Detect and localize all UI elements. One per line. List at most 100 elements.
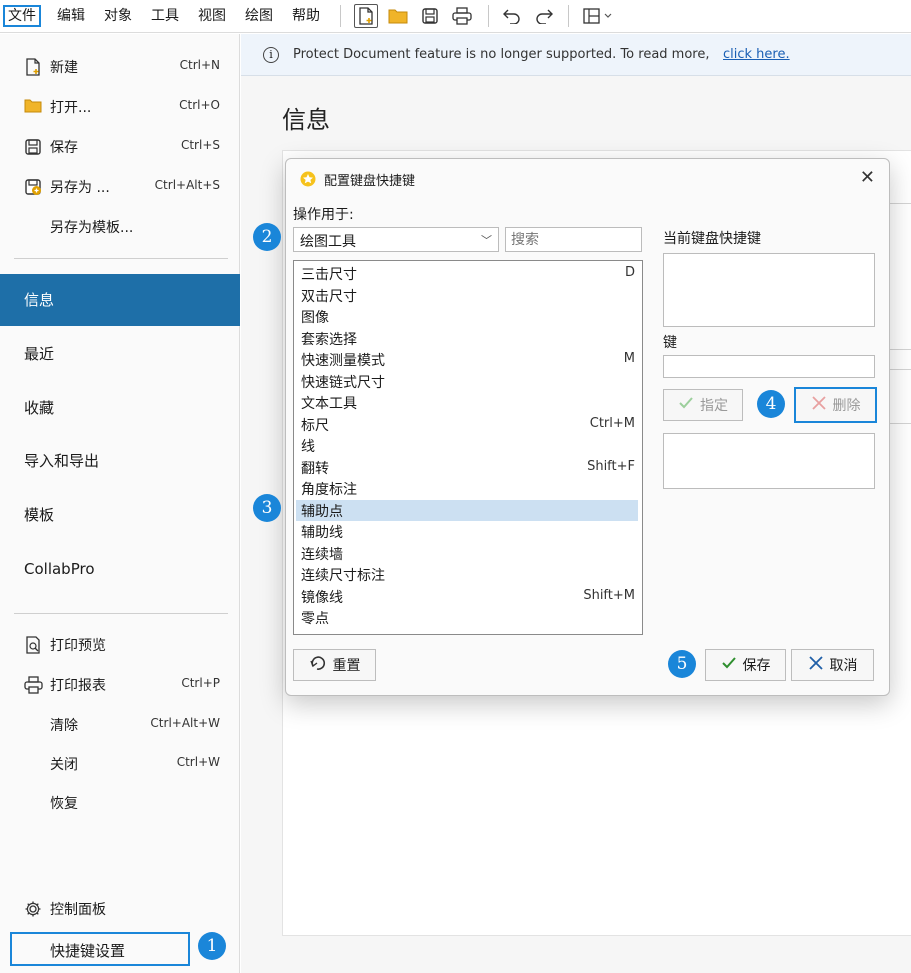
divider (889, 349, 911, 350)
check-icon (721, 656, 737, 674)
toolbar-separator (488, 5, 489, 27)
menu-file[interactable]: 文件 (3, 5, 41, 27)
list-item[interactable]: 套索选择 (296, 328, 638, 349)
toolbar-separator (568, 5, 569, 27)
command-list[interactable]: 三击尺寸 D 双击尺寸 图像 套索选择 快速测量模式 M 快速链式尺寸 文本工具 标… (293, 260, 643, 635)
open-folder-icon[interactable] (386, 4, 410, 28)
page-title: 信息 (282, 106, 330, 134)
list-item[interactable]: 快速测量模式 M (296, 349, 638, 370)
delete-button[interactable]: 删除 (794, 387, 877, 423)
command-restore[interactable]: 恢复 (0, 784, 240, 820)
list-item[interactable]: 图像 (296, 306, 638, 327)
command-label: 打印预览 (50, 638, 106, 654)
key-input[interactable] (663, 355, 875, 378)
list-item[interactable]: 线 (296, 435, 638, 456)
menu-view[interactable]: 视图 (194, 5, 230, 27)
dialog-title: 配置键盘快捷键 (324, 174, 416, 189)
command-open[interactable]: 打开... Ctrl+O (0, 88, 240, 124)
command-print-preview[interactable]: 打印预览 (0, 626, 240, 662)
command-close[interactable]: 关闭 Ctrl+W (0, 745, 240, 781)
save-button[interactable]: 保存 (705, 649, 786, 681)
command-label: 恢复 (50, 796, 78, 812)
notice-message: Protect Document feature is no longer su… (293, 47, 710, 62)
list-item[interactable]: 双击尺寸 (296, 285, 638, 306)
command-new[interactable]: 新建 Ctrl+N (0, 48, 240, 84)
step-badge-1: 1 (198, 932, 226, 960)
nav-collabpro[interactable]: CollabPro (0, 543, 240, 595)
command-shortcut: Ctrl+Alt+W (150, 716, 220, 730)
reset-icon (309, 655, 327, 675)
nav-templates[interactable]: 模板 (0, 489, 240, 541)
command-name: 快速链式尺寸 (301, 374, 385, 391)
menu-object[interactable]: 对象 (100, 5, 136, 27)
command-label: 打开... (50, 100, 92, 116)
command-name: 标尺 (301, 417, 329, 434)
list-item[interactable]: 翻转 Shift+F (296, 457, 638, 478)
list-item[interactable]: 文本工具 (296, 392, 638, 413)
command-name: 翻转 (301, 460, 329, 477)
list-item[interactable]: 连续尺寸标注 (296, 564, 638, 585)
assign-button[interactable]: 指定 (663, 389, 743, 421)
layout-icon[interactable] (580, 4, 620, 28)
command-label: 新建 (50, 60, 78, 76)
operation-select[interactable]: 绘图工具 ﹀ (293, 227, 499, 252)
toolbar-separator (340, 5, 341, 27)
divider (889, 423, 911, 424)
command-key: Ctrl+M (589, 415, 635, 431)
command-name: 角度标注 (301, 482, 357, 498)
list-item[interactable]: 标尺 Ctrl+M (296, 414, 638, 435)
reset-label: 重置 (332, 658, 361, 674)
command-clear[interactable]: 清除 Ctrl+Alt+W (0, 706, 240, 742)
list-item[interactable]: 连续墙 (296, 543, 638, 564)
command-save[interactable]: 保存 Ctrl+S (0, 128, 240, 164)
nav-info[interactable]: 信息 (0, 274, 240, 326)
command-print-report[interactable]: 打印报表 Ctrl+P (0, 666, 240, 702)
menu-help[interactable]: 帮助 (288, 5, 324, 27)
nav-import-export[interactable]: 导入和导出 (0, 435, 240, 487)
menu-tools[interactable]: 工具 (147, 5, 183, 27)
nav-favorites[interactable]: 收藏 (0, 382, 240, 434)
step-badge-2: 2 (253, 223, 281, 251)
list-item[interactable]: 辅助线 (296, 521, 638, 542)
reset-button[interactable]: 重置 (293, 649, 376, 681)
assign-label: 指定 (700, 398, 728, 414)
new-document-icon[interactable] (354, 4, 378, 28)
command-label: 另存为模板... (50, 220, 134, 236)
list-item-selected[interactable]: 辅助点 (296, 499, 638, 521)
shortcut-settings-button[interactable]: 快捷键设置 (10, 932, 190, 966)
command-save-as-template[interactable]: 另存为模板... (0, 208, 240, 244)
command-key: Shift+F (587, 458, 635, 474)
current-shortcut-list[interactable] (663, 253, 875, 327)
command-key: Shift+M (583, 587, 635, 603)
menu-edit[interactable]: 编辑 (53, 5, 89, 27)
cancel-button[interactable]: 取消 (791, 649, 874, 681)
search-input[interactable] (505, 227, 642, 252)
command-control-panel[interactable]: 控制面板 (0, 890, 240, 926)
delete-x-icon (811, 395, 827, 415)
command-name: 连续尺寸标注 (301, 568, 385, 584)
list-item[interactable]: 镜像线 Shift+M (296, 586, 638, 607)
operation-label: 操作用于: (293, 207, 354, 223)
save-icon[interactable] (418, 4, 442, 28)
list-item[interactable]: 三击尺寸 D (296, 263, 638, 284)
save-label: 保存 (742, 658, 771, 674)
print-preview-icon (24, 636, 42, 654)
print-icon[interactable] (450, 4, 474, 28)
undo-icon[interactable] (500, 4, 524, 28)
step-badge-3: 3 (253, 494, 281, 522)
redo-icon[interactable] (532, 4, 556, 28)
check-icon (678, 396, 694, 414)
chevron-down-icon: ﹀ (481, 234, 492, 247)
close-icon[interactable]: ✕ (860, 167, 875, 188)
list-item[interactable]: 快速链式尺寸 (296, 371, 638, 392)
nav-recent[interactable]: 最近 (0, 328, 240, 380)
new-document-icon (24, 58, 42, 76)
list-item[interactable]: 角度标注 (296, 478, 638, 499)
command-save-as[interactable]: 另存为 ... Ctrl+Alt+S (0, 168, 240, 204)
menu-bar: 文件 编辑 对象 工具 视图 绘图 帮助 (0, 0, 911, 33)
menu-draw[interactable]: 绘图 (241, 5, 277, 27)
list-item[interactable]: 零点 (296, 607, 638, 628)
notice-link[interactable]: click here. (723, 47, 790, 62)
gear-icon (24, 900, 42, 918)
step-badge-5: 5 (668, 650, 696, 678)
